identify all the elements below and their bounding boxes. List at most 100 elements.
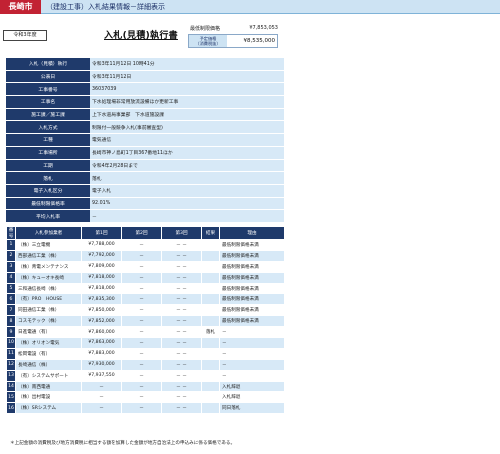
bid-reason: － (219, 369, 285, 382)
table-row: 7 同田通信工業（株） ¥7,850,000 －－ － 最低制限価格未満 (6, 304, 285, 317)
bid-reason: 同日落札 (219, 402, 285, 415)
document-title: 入札(見積)執行書 (104, 31, 178, 41)
bidder-name: （株）オリオン電気 (15, 337, 82, 349)
bid-round2: － (121, 282, 162, 295)
bid-result (201, 293, 220, 306)
info-value: 令和3年11月12日 (90, 70, 284, 83)
bid-number: 2 (6, 249, 16, 262)
info-value: 下水処理場非常用放流設備ほか更新工事 (90, 96, 284, 108)
table-row: 9 日進電通（有） ¥7,860,000 －－ －落札－ (6, 326, 285, 339)
bid-round1: ¥7,818,000 (81, 271, 122, 284)
bid-round2: － (121, 347, 162, 360)
bidders-header-row: 番号 入札参加業者 第1回 第2回 第3回 結果 理由 (6, 226, 285, 240)
bid-round1: ¥7,937,550 (81, 369, 122, 382)
table-row: 15 （株）出村電設－－－ －入札辞退 (6, 391, 285, 404)
info-row: 工事名 下水処理場非常用放流設備ほか更新工事 (6, 96, 284, 108)
bid-round2: － (121, 315, 162, 328)
table-row: 16 （株）SRシステム－－－ －同日落札 (6, 402, 285, 415)
bid-result (201, 391, 220, 404)
bid-round3: － － (161, 369, 202, 382)
bid-result (201, 358, 220, 371)
bid-round2: － (121, 369, 162, 382)
info-key: 工事場所 (6, 146, 90, 159)
col-result: 結果 (201, 226, 220, 240)
bid-round3: － － (161, 391, 202, 404)
bid-round3: － － (161, 380, 202, 393)
bid-result (201, 347, 220, 360)
bid-reason: 最低制限価格未満 (219, 315, 285, 328)
info-value: 92.01% (90, 197, 284, 210)
bidder-name: （株）青電メンテナンス (15, 260, 82, 273)
bidder-name: コスモテック（株） (15, 315, 82, 328)
min-price-label: 最低制限価格 (190, 26, 221, 32)
bid-round3: － － (161, 315, 202, 328)
bid-result (201, 249, 220, 262)
bid-round1: ¥7,852,000 (81, 315, 122, 328)
bid-number: 8 (6, 315, 16, 328)
bid-number: 12 (6, 358, 16, 371)
table-row: 4 （株）キューオキ長崎 ¥7,818,000 －－ － 最低制限価格未満 (6, 271, 285, 284)
table-row: 10 （株）オリオン電気 ¥7,863,000 －－ －－ (6, 337, 285, 349)
bidder-name: （株）SRシステム (15, 402, 82, 415)
bid-round3: － － (161, 293, 202, 306)
bid-round3: － － (161, 249, 202, 262)
min-price-value: ¥7,853,053 (249, 25, 278, 31)
info-value: 落札 (90, 172, 284, 184)
bid-result (201, 260, 220, 273)
bid-result (201, 369, 220, 382)
bid-result (201, 282, 220, 295)
col-round3: 第3回 (161, 226, 202, 240)
bid-round1: － (81, 402, 122, 415)
fiscal-year-label: 令和3年度 (3, 30, 47, 41)
col-round2: 第2回 (121, 226, 162, 240)
estimated-price-label: 予定価格 （消費税抜） (189, 35, 227, 47)
info-key: 工種 (6, 134, 90, 146)
bid-number: 6 (6, 293, 16, 306)
bid-round2: － (121, 402, 162, 415)
bid-round1: ¥7,863,000 (81, 337, 122, 349)
bid-round1: ¥7,788,000 (81, 239, 122, 251)
info-value: 長崎市神ノ島町1丁目367番地11ほか (90, 146, 284, 159)
bid-number: 4 (6, 271, 16, 284)
estimated-price-value: ¥8,535,000 (243, 38, 276, 44)
col-number: 番号 (6, 226, 16, 240)
bid-round3: － － (161, 347, 202, 360)
col-reason: 理由 (219, 226, 285, 240)
bid-number: 9 (6, 326, 16, 339)
bidder-name: （有）システムサポート (15, 369, 82, 382)
bidder-name: 三和通信長崎（株） (15, 282, 82, 295)
bid-round2: － (121, 293, 162, 306)
bid-round3: － － (161, 337, 202, 349)
bid-reason: － (219, 337, 285, 349)
table-row: 13 （有）システムサポート ¥7,937,550 －－ －－ (6, 369, 285, 382)
bid-number: 7 (6, 304, 16, 317)
bid-round2: － (121, 358, 162, 371)
bid-round1: ¥7,930,000 (81, 358, 122, 371)
bid-reason: 最低制限価格未満 (219, 271, 285, 284)
bid-reason: 入札辞退 (219, 380, 285, 393)
info-value: 令和3年11月12日 10時41分 (90, 58, 284, 70)
bid-round3: － － (161, 260, 202, 273)
bid-reason: 最低制限価格未満 (219, 293, 285, 306)
bid-reason: － (219, 347, 285, 360)
city-logo[interactable]: 長崎市 (0, 0, 41, 14)
bidder-name: （株）三立電機 (15, 239, 82, 251)
bidder-name: 長崎通信（株） (15, 358, 82, 371)
bidder-name: （有）PRO HOUSE (15, 293, 82, 306)
bid-number: 5 (6, 282, 16, 295)
bid-round2: － (121, 304, 162, 317)
info-row: 電子入札区分 電子入札 (6, 184, 284, 197)
table-row: 2 西部通信工業（株） ¥7,792,000 －－ － 最低制限価格未満 (6, 249, 285, 262)
info-key: 電子入札区分 (6, 184, 90, 197)
bid-round3: － － (161, 304, 202, 317)
bid-number: 15 (6, 391, 16, 404)
info-value: － (90, 210, 284, 222)
bid-round2: － (121, 337, 162, 349)
info-row: 工事場所 長崎市神ノ島町1丁目367番地11ほか (6, 146, 284, 159)
bid-round3: － － (161, 402, 202, 415)
bid-round2: － (121, 239, 162, 251)
bid-round1: － (81, 380, 122, 393)
bid-number: 3 (6, 260, 16, 273)
info-key: 入札方式 (6, 121, 90, 134)
bid-number: 10 (6, 337, 16, 349)
